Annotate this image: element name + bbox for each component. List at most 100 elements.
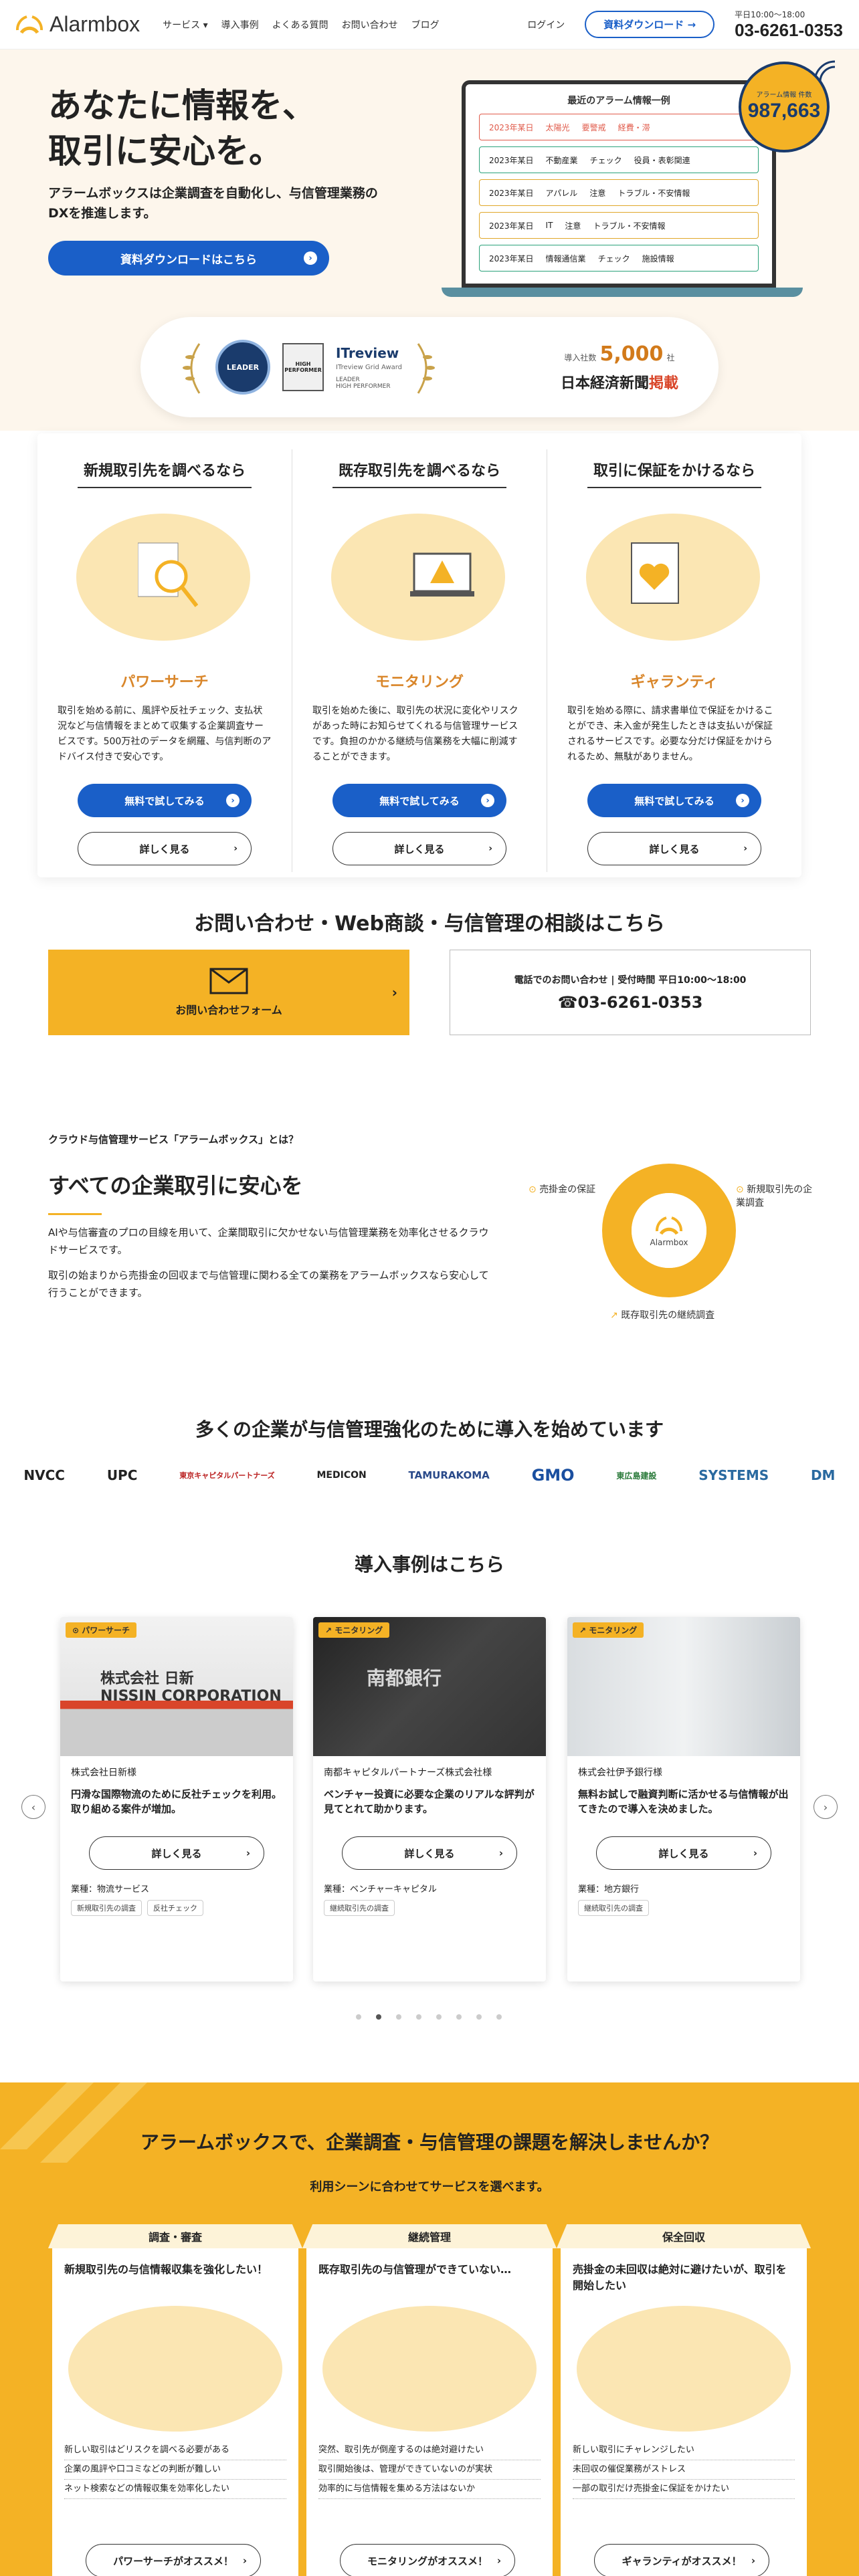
- login-link[interactable]: ログイン: [527, 18, 565, 31]
- alarmbox-logo[interactable]: Alarmbox: [16, 12, 140, 37]
- details-label: 詳しく見る: [394, 843, 445, 855]
- contact-tel-row[interactable]: ☎03-6261-0353: [558, 993, 703, 1012]
- cycle-label-text: 既存取引先の継続調査: [621, 1310, 715, 1321]
- solution-recommend-label: ギャランティがオススメ！: [622, 2555, 742, 2567]
- nav-contact[interactable]: お問い合わせ: [342, 18, 398, 31]
- contact-heading: お問い合わせ・Web商談・与信管理の相談はこちら: [194, 912, 665, 936]
- case-details-button[interactable]: 詳しく見る ›: [89, 1836, 264, 1870]
- carousel-dot[interactable]: [356, 2014, 361, 2020]
- tel-number[interactable]: 03-6261-0353: [735, 20, 843, 41]
- alert-detail: 役員・表彰関連: [634, 155, 690, 165]
- solution-recommend-button[interactable]: モニタリングがオススメ！ ›: [340, 2544, 515, 2576]
- nav-faq[interactable]: よくある質問: [272, 18, 328, 31]
- cycle-label-existing: ↗ 既存取引先の継続調査: [610, 1308, 714, 1321]
- laptop-warning-icon: [410, 552, 474, 597]
- case-photo: ↗ モニタリング 南都銀行: [313, 1617, 546, 1756]
- badge-number: 987,663: [747, 100, 821, 122]
- case-tag-chip: 新規取引先の調査: [71, 1900, 142, 1916]
- search-icon: ⊙: [736, 1184, 744, 1195]
- itreview-hp-label: HIGH PERFORMER: [336, 383, 391, 390]
- carousel-dot[interactable]: [496, 2014, 502, 2020]
- alert-detail: 施設情報: [642, 253, 674, 263]
- case-card[interactable]: ↗ モニタリング 株式会社伊予銀行様 無料お試しで融資判断に活かせる与信情報が出…: [567, 1617, 800, 1981]
- itreview-caption: ITreview Grid Award: [336, 363, 403, 371]
- solution-recommend-button[interactable]: パワーサーチがオススメ！ ›: [86, 2544, 261, 2576]
- chart-icon: ↗: [610, 1310, 618, 1321]
- chevron-right-icon: ›: [823, 1800, 828, 1814]
- case-details-label: 詳しく見る: [151, 1847, 202, 1860]
- alert-date: 2023年某日: [489, 253, 534, 263]
- cycle-center-label: Alarmbox: [650, 1238, 688, 1247]
- chevron-right-icon: ›: [481, 794, 494, 807]
- case-card[interactable]: ↗ モニタリング 南都銀行 南都キャピタルパートナーズ株式会社様 ベンチャー投資…: [313, 1617, 546, 1981]
- details-button[interactable]: 詳しく見る ›: [332, 832, 506, 865]
- case-card[interactable]: ⊙ パワーサーチ 株式会社 日新 NISSIN CORPORATION 株式会社…: [60, 1617, 293, 1981]
- chevron-right-icon: ›: [736, 794, 749, 807]
- chevron-right-icon: ›: [751, 2555, 755, 2567]
- cases-heading: 導入事例はこちら: [354, 1553, 504, 1576]
- alert-industry: アパレル: [545, 188, 578, 198]
- media-suffix: 掲載: [648, 374, 678, 392]
- case-photo-sign: 南都銀行: [367, 1667, 442, 1689]
- case-details-button[interactable]: 詳しく見る ›: [596, 1836, 771, 1870]
- feature-name: パワーサーチ: [120, 674, 209, 691]
- details-button[interactable]: 詳しく見る ›: [78, 832, 252, 865]
- hero-title-line1: あなたに情報を、: [48, 86, 316, 125]
- nav-service[interactable]: サービス ▾: [163, 18, 207, 31]
- alert-detail: トラブル・不安情報: [593, 221, 666, 231]
- carousel-dot[interactable]: [416, 2014, 421, 2020]
- mail-icon: [209, 968, 248, 994]
- solution-head: 継続管理: [302, 2224, 557, 2248]
- case-details-button[interactable]: 詳しく見る ›: [342, 1836, 517, 1870]
- alert-date: 2023年某日: [489, 188, 534, 198]
- client-logo: NVCC: [23, 1467, 65, 1483]
- solution-title: 売掛金の未回収は絶対に避けたいが、取引を開始したい: [573, 2263, 787, 2292]
- case-details-label: 詳しく見る: [404, 1847, 455, 1860]
- feature-desc: 取引を始める前に、風評や反社チェック、支払状況など与信情報をまとめて収集する企業…: [58, 706, 272, 762]
- carousel-next-button[interactable]: ›: [814, 1795, 838, 1819]
- case-industry: 業種：ベンチャーキャピタル: [324, 1885, 437, 1895]
- thinking-woman-illustration: [577, 2306, 791, 2432]
- solution-list-item: 突然、取引先が倒産するのは絶対避けたい: [318, 2441, 541, 2460]
- solution-head: 調査・審査: [48, 2224, 302, 2248]
- laptop-screen: 最近のアラーム情報一例 2023年某日 太陽光 要警戒 経費・滞 2023年某日 不動産業…: [462, 80, 776, 288]
- trial-button[interactable]: 無料で試してみる ›: [78, 784, 252, 817]
- feature-guarantee: 取引に保証をかけるなら ギャランティ 取引を始める際に、請求書単位で保証をかける…: [547, 449, 801, 872]
- client-logo: TAMURAKOMA: [408, 1469, 490, 1481]
- case-photo-sign: 株式会社 日新 NISSIN CORPORATION: [100, 1671, 282, 1705]
- case-details-label: 詳しく見る: [658, 1847, 709, 1860]
- case-tag: ↗ モニタリング: [573, 1622, 644, 1638]
- header-download-button[interactable]: 資料ダウンロード →: [585, 11, 715, 38]
- trial-button[interactable]: 無料で試してみる ›: [587, 784, 761, 817]
- chevron-right-icon: ›: [242, 2555, 247, 2567]
- alert-date: 2023年某日: [489, 155, 534, 165]
- laptop-base: [442, 288, 803, 297]
- laurel-left-icon: [183, 343, 201, 394]
- carousel-dot-active[interactable]: [376, 2014, 381, 2020]
- case-photo: ↗ モニタリング: [567, 1617, 800, 1756]
- count-number: 5,000: [599, 342, 664, 366]
- details-button[interactable]: 詳しく見る ›: [587, 832, 761, 865]
- carousel-dot[interactable]: [436, 2014, 442, 2020]
- carousel-dot[interactable]: [476, 2014, 482, 2020]
- solution-recommend-button[interactable]: ギャランティがオススメ！ ›: [594, 2544, 769, 2576]
- trial-label: 無料で試してみる: [124, 794, 205, 807]
- nav-cases[interactable]: 導入事例: [221, 18, 259, 31]
- chevron-right-icon: ›: [743, 843, 747, 854]
- chevron-right-icon: ›: [246, 1847, 250, 1859]
- logos-heading: 多くの企業が与信管理強化のために導入を始めています: [195, 1418, 664, 1440]
- nav-blog[interactable]: ブログ: [411, 18, 440, 31]
- carousel-prev-button[interactable]: ‹: [21, 1795, 45, 1819]
- cycle-label-text: 新規取引先の企業調査: [736, 1184, 813, 1208]
- trial-button[interactable]: 無料で試してみる ›: [332, 784, 506, 817]
- alarm-count-badge: アラーム情報 件数 987,663: [739, 62, 830, 152]
- alert-tag: チェック: [597, 253, 630, 263]
- case-tags: 新規取引先の調査 反社チェック: [71, 1900, 282, 1916]
- hero-download-button[interactable]: 資料ダウンロードはこちら ›: [48, 241, 329, 276]
- case-text: 円滑な国際物流のために反社チェックを利用。取り組める案件が増加。: [71, 1788, 282, 1815]
- contact-form-button[interactable]: お問い合わせフォーム ›: [48, 950, 409, 1035]
- logo-text: Alarmbox: [50, 12, 140, 36]
- carousel-dot[interactable]: [396, 2014, 401, 2020]
- carousel-dot[interactable]: [456, 2014, 462, 2020]
- chevron-right-icon: ›: [233, 843, 237, 854]
